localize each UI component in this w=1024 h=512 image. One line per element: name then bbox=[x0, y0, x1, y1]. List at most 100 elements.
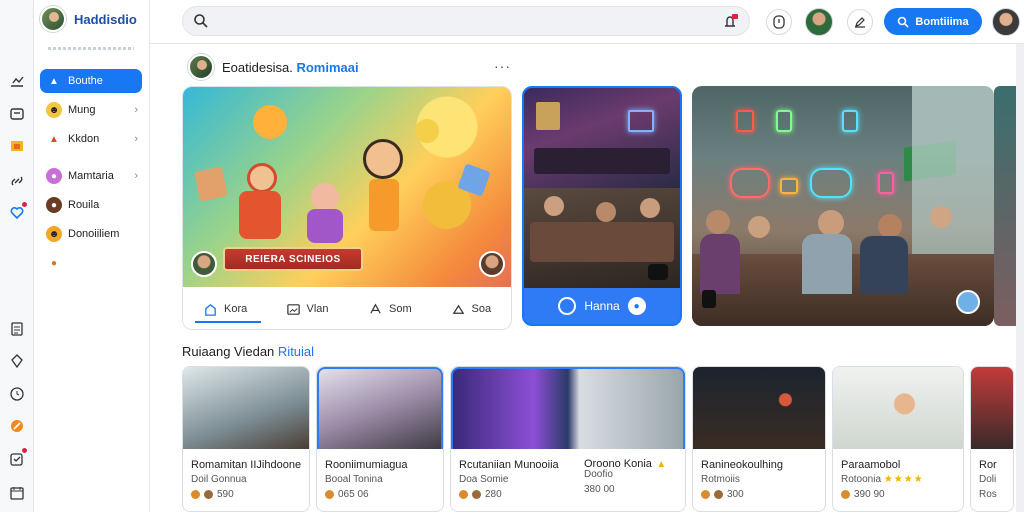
coin-icon bbox=[841, 490, 850, 499]
neon-sign bbox=[736, 110, 754, 132]
featured-card[interactable]: REIERA SCINEIOS Kora Vlan Som Soa bbox=[182, 86, 512, 330]
action-soa[interactable]: Soa bbox=[451, 302, 512, 317]
boy-body bbox=[239, 191, 281, 239]
planet-icon: ● bbox=[46, 168, 62, 184]
pen-icon[interactable] bbox=[8, 417, 26, 435]
media-card[interactable]: Hanna ● bbox=[522, 86, 682, 326]
divider bbox=[48, 47, 134, 50]
card-count: 590 bbox=[217, 489, 234, 500]
neon-sign bbox=[878, 172, 894, 194]
brand[interactable]: Haddisdio bbox=[40, 6, 137, 32]
action-vlan[interactable]: Vlan bbox=[286, 302, 349, 317]
card-subtitle: Doil Gonnua bbox=[191, 474, 247, 485]
viewer-avatar[interactable] bbox=[479, 251, 505, 277]
timer-icon[interactable] bbox=[766, 9, 792, 35]
neon-sign bbox=[810, 168, 852, 198]
card-subtitle: Booal Tonina bbox=[325, 474, 383, 485]
action-bar: Kora Vlan Som Soa bbox=[183, 287, 512, 329]
nav-item-bouthe[interactable]: ▲ Bouthe bbox=[40, 69, 142, 93]
card-title: Rcutaniian Munooiia bbox=[459, 459, 559, 471]
smile-icon: ☻ bbox=[46, 226, 62, 242]
notification-icon[interactable] bbox=[721, 12, 739, 30]
search-icon bbox=[898, 16, 909, 28]
app-name: Haddisdio bbox=[74, 11, 137, 27]
bookmark-icon[interactable] bbox=[8, 105, 26, 123]
profile-avatar[interactable] bbox=[992, 8, 1020, 36]
pen-icon[interactable] bbox=[847, 9, 873, 35]
coin-icon bbox=[204, 490, 213, 499]
verified-icon[interactable] bbox=[956, 290, 980, 314]
star-icon: ▲ bbox=[656, 459, 667, 470]
card-meta: 590 bbox=[191, 489, 234, 500]
section-accent[interactable]: Rituial bbox=[278, 344, 314, 359]
scrollbar[interactable] bbox=[1016, 44, 1024, 512]
neon-sign bbox=[780, 178, 798, 194]
author-avatar[interactable] bbox=[188, 54, 214, 80]
media-card-footer[interactable]: Hanna ● bbox=[524, 288, 680, 324]
character-head bbox=[363, 139, 403, 179]
nav-list: ▲ Bouthe ☻ Mung › ▲ Kkdon › ● Mamtaria ›… bbox=[40, 69, 142, 280]
card-title: Paraamobol bbox=[841, 459, 901, 471]
post-accent[interactable]: Romimaai bbox=[296, 60, 358, 75]
clock-icon[interactable] bbox=[8, 385, 26, 403]
action-kora[interactable]: Kora bbox=[203, 302, 266, 317]
card-meta: 280 bbox=[459, 489, 502, 500]
next-photo-peek[interactable] bbox=[994, 86, 1016, 326]
nav-item-rouila[interactable]: ● Rouila bbox=[40, 193, 142, 217]
main-content: Eoatidesisa. Romimaai ··· REIERA SCINEIO… bbox=[150, 44, 1024, 512]
document-icon[interactable] bbox=[8, 320, 26, 338]
active-tab-indicator bbox=[195, 321, 261, 323]
video-card[interactable]: Romamitan IIJihdoone Doil Gonnua 590 bbox=[182, 366, 310, 512]
play-icon bbox=[558, 297, 577, 315]
chevron-right-icon: › bbox=[134, 133, 138, 145]
nav-item-mamtaria[interactable]: ● Mamtaria › bbox=[40, 164, 142, 188]
sun-character bbox=[253, 105, 287, 139]
coin-icon bbox=[472, 490, 481, 499]
video-card[interactable]: Ranineokoulhing Rotmoiis 300 bbox=[692, 366, 826, 512]
heart-icon[interactable] bbox=[8, 201, 28, 222]
folder-icon[interactable] bbox=[8, 137, 26, 155]
nav-label: Kkdon bbox=[68, 133, 100, 145]
check-icon[interactable] bbox=[8, 447, 28, 468]
link-icon[interactable] bbox=[8, 172, 26, 190]
nav-label: Donoiiliem bbox=[68, 228, 120, 240]
search-input[interactable] bbox=[217, 11, 657, 31]
info-icon: ● bbox=[627, 297, 646, 315]
boy-character bbox=[247, 163, 277, 193]
video-card[interactable]: Rcutaniian Munooiia Doa Somie 280 bbox=[450, 366, 686, 512]
brand-avatar bbox=[40, 6, 66, 32]
pin-icon: ● bbox=[50, 257, 58, 269]
nav-item-mung[interactable]: ☻ Mung › bbox=[40, 98, 142, 122]
nav-item-pin[interactable]: ● bbox=[40, 251, 142, 275]
card-subtitle: Rotoonia ★★★★ bbox=[841, 474, 924, 485]
card-meta: 300 bbox=[701, 489, 744, 500]
section-label: Ruiaang Viedan bbox=[182, 344, 275, 359]
star-character bbox=[415, 119, 439, 143]
action-label: Som bbox=[389, 303, 412, 315]
action-som[interactable]: Som bbox=[368, 302, 431, 317]
search-bar[interactable] bbox=[182, 6, 750, 36]
card-meta: 065 06 bbox=[325, 489, 369, 500]
top-bar: Bomtiiima bbox=[150, 0, 1024, 44]
primary-action-button[interactable]: Bomtiiima bbox=[884, 8, 982, 35]
user-avatar[interactable] bbox=[805, 8, 833, 36]
nav-item-kkdon[interactable]: ▲ Kkdon › bbox=[40, 127, 142, 151]
calendar-icon[interactable] bbox=[8, 484, 26, 502]
card-subtitle-text: Rotoonia bbox=[841, 474, 882, 485]
post-author[interactable]: Eoatidesisa. bbox=[222, 60, 293, 75]
more-options-icon[interactable]: ··· bbox=[494, 58, 511, 74]
video-card[interactable]: Paraamobol Rotoonia ★★★★ 390 90 bbox=[832, 366, 964, 512]
action-label: Kora bbox=[224, 303, 248, 315]
video-card[interactable]: Rooniimumiagua Booal Tonina 065 06 bbox=[316, 366, 444, 512]
bell-icon bbox=[452, 304, 464, 314]
group-photo[interactable] bbox=[692, 86, 994, 326]
compass-icon[interactable] bbox=[8, 352, 26, 370]
video-card-partial[interactable]: Ror Doli Ros bbox=[970, 366, 1014, 512]
nav-label: Bouthe bbox=[68, 75, 103, 87]
home-icon bbox=[205, 303, 216, 316]
settings-icon[interactable] bbox=[702, 290, 716, 308]
media-thumbnail-bottom bbox=[524, 188, 680, 288]
nav-item-donoiiliem[interactable]: ☻ Donoiiliem bbox=[40, 222, 142, 246]
chart-icon[interactable] bbox=[8, 72, 26, 90]
creator-avatar[interactable] bbox=[191, 251, 217, 277]
